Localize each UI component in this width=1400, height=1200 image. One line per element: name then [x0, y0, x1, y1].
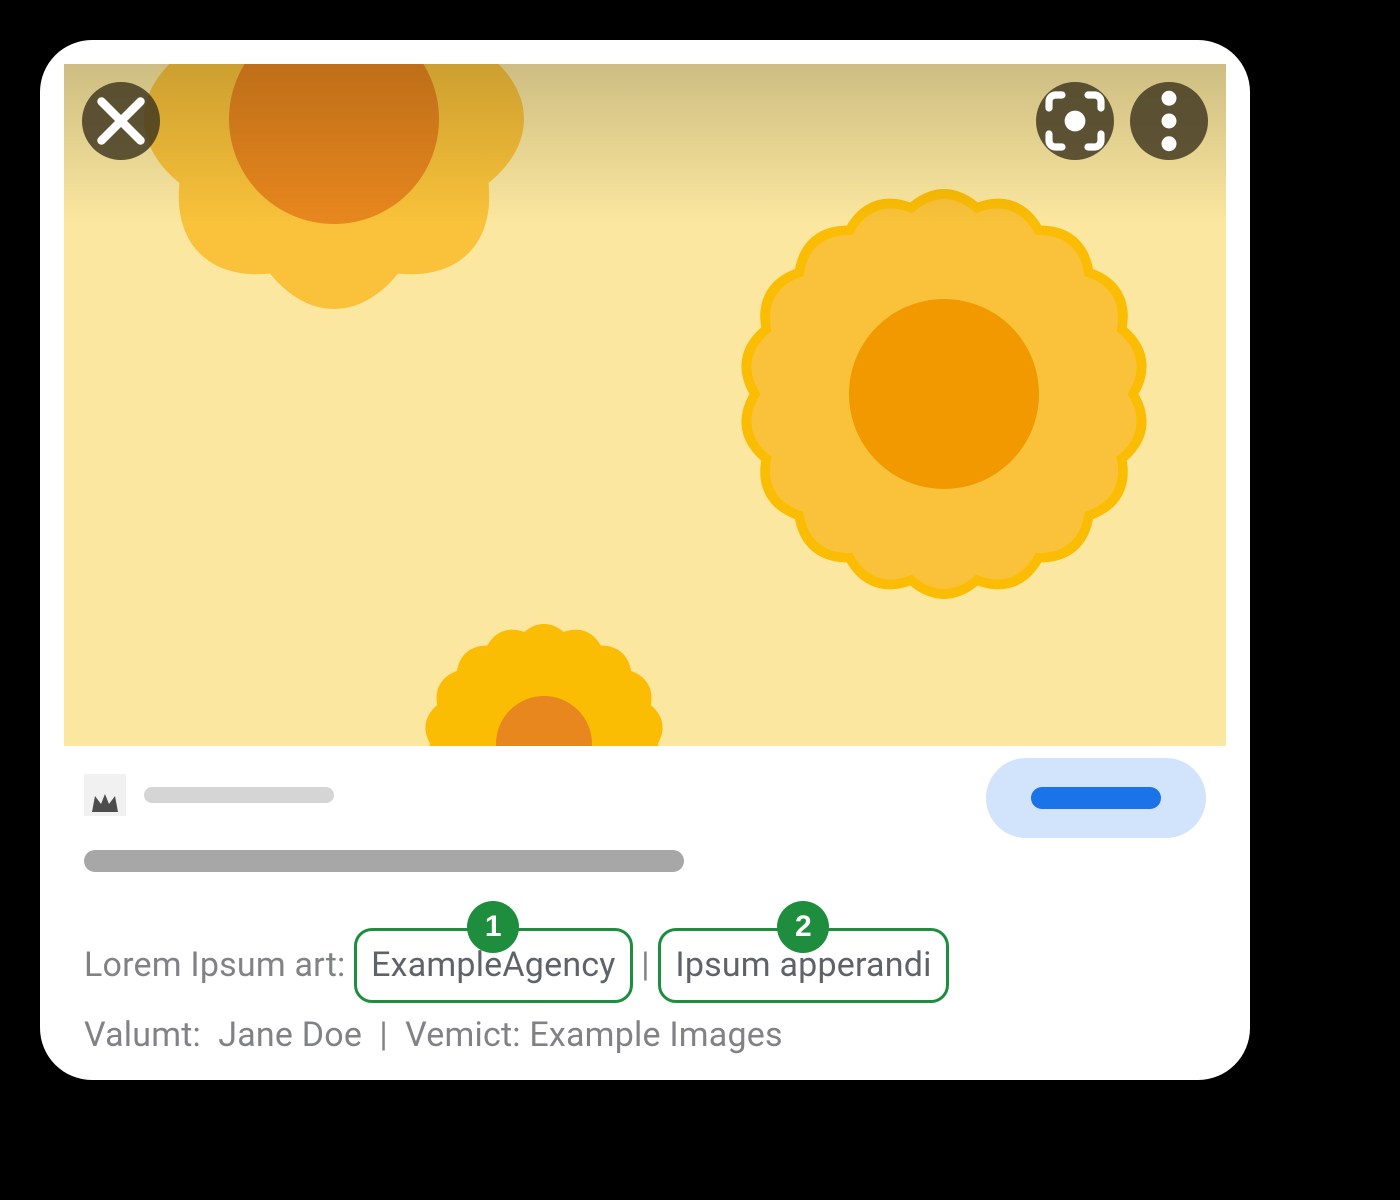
close-icon — [82, 82, 160, 160]
callout-1-badge: 1 — [467, 901, 519, 953]
credit-label-2: Valumt: — [84, 1015, 201, 1055]
source-name-placeholder — [144, 787, 334, 803]
close-button[interactable] — [82, 82, 160, 160]
credit-value-2: Jane Doe — [218, 1015, 362, 1055]
image-viewer-card: Lorem Ipsum art: 1 ExampleAgency | 2 Ips… — [40, 40, 1250, 1080]
flowers-illustration — [64, 64, 1226, 746]
title-placeholder — [84, 850, 684, 872]
meta-row — [40, 746, 1250, 872]
callout-2-badge: 2 — [777, 901, 829, 953]
callout-1: 1 ExampleAgency — [354, 928, 632, 1003]
lens-icon — [1036, 82, 1114, 160]
credit-value-3: Example Images — [529, 1015, 782, 1055]
credit-separator: | — [641, 945, 650, 985]
credit-separator-2: | — [379, 1015, 388, 1055]
action-button[interactable] — [986, 758, 1206, 838]
lens-button[interactable] — [1036, 82, 1114, 160]
source-favicon — [84, 774, 126, 816]
more-vert-icon — [1130, 82, 1208, 160]
hero-image — [64, 64, 1226, 746]
credit-label: Lorem Ipsum art: — [84, 945, 345, 985]
callout-2: 2 Ipsum apperandi — [658, 928, 948, 1003]
image-credits: Lorem Ipsum art: 1 ExampleAgency | 2 Ips… — [40, 872, 1250, 1061]
credit-label-3: Vemict: — [405, 1015, 521, 1055]
action-label-placeholder — [1031, 787, 1161, 809]
overflow-menu-button[interactable] — [1130, 82, 1208, 160]
crown-icon — [90, 792, 120, 814]
